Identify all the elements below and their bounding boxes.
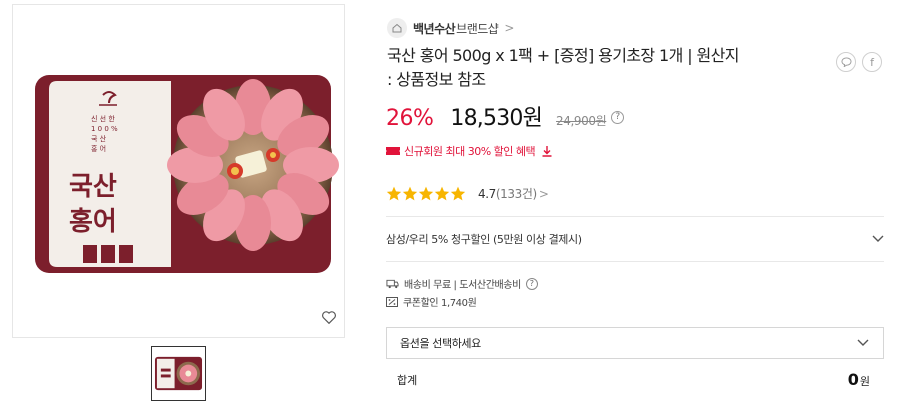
- svg-text:신 선 한: 신 선 한: [91, 114, 115, 123]
- svg-text:홍어: 홍어: [69, 207, 117, 237]
- card-benefit-text: 삼성/우리 5% 청구할인 (5만원 이상 결제시): [386, 233, 582, 246]
- thumbnail-1[interactable]: [151, 346, 206, 401]
- star-icon: [386, 186, 402, 201]
- percent-tag-icon: [386, 296, 398, 307]
- star-icon: [434, 186, 450, 201]
- facebook-share-button[interactable]: f: [862, 52, 882, 72]
- facebook-icon: f: [870, 55, 874, 69]
- chevron-down-icon: [872, 235, 884, 242]
- share-buttons: f: [836, 52, 882, 72]
- coupon-ticket-icon: [386, 147, 400, 155]
- review-count: (133건): [495, 187, 537, 201]
- svg-text:홍 어: 홍 어: [91, 144, 106, 153]
- product-main-image: 신 선 한 1 0 0 % 국 산 홍 어 국산 홍어: [12, 4, 345, 338]
- store-name: 백년수산: [413, 21, 456, 36]
- star-icon: [450, 186, 466, 201]
- store-suffix: 브랜드샵: [456, 21, 499, 36]
- talk-share-button[interactable]: [836, 52, 856, 72]
- discount-rate: 26%: [386, 106, 434, 131]
- original-price: 24,900원: [556, 114, 607, 128]
- divider: [386, 216, 884, 217]
- new-member-coupon-banner[interactable]: 신규회원 최대 30% 할인 혜택: [386, 143, 553, 159]
- total-amount: 0 원: [848, 370, 870, 389]
- rating-score: 4.7: [478, 186, 496, 201]
- coupon-discount-text: 쿠폰할인 1,740원: [403, 298, 477, 309]
- svg-text:1 0 0 %: 1 0 0 %: [91, 125, 118, 133]
- chevron-down-icon: [857, 339, 869, 346]
- rating-summary[interactable]: 4.7 (133건) >: [386, 185, 549, 202]
- total-label: 합계: [397, 374, 418, 387]
- rating-stars: [386, 186, 466, 201]
- divider: [386, 261, 884, 262]
- product-package-illustration: 신 선 한 1 0 0 % 국 산 홍 어 국산 홍어: [35, 75, 339, 273]
- coupon-discount-info: 쿠폰할인 1,740원: [386, 294, 477, 309]
- shipping-text: 배송비 무료 | 도서산간배송비: [404, 280, 521, 291]
- speech-bubble-icon: [840, 57, 852, 67]
- card-benefit-accordion[interactable]: 삼성/우리 5% 청구할인 (5만원 이상 결제시): [386, 228, 884, 250]
- heart-icon: [322, 310, 336, 324]
- brand-store-link[interactable]: 백년수산 브랜드샵 >: [387, 17, 514, 39]
- store-home-icon: [387, 18, 407, 38]
- shipping-info-icon[interactable]: ?: [525, 277, 538, 290]
- total-unit: 원: [859, 375, 870, 388]
- option-select-placeholder: 옵션을 선택하세요: [400, 337, 481, 350]
- download-icon[interactable]: [541, 145, 553, 157]
- shipping-info: 배송비 무료 | 도서산간배송비 ?: [386, 276, 538, 291]
- option-select-dropdown[interactable]: 옵션을 선택하세요: [386, 327, 884, 359]
- price-info-icon[interactable]: ?: [611, 110, 625, 124]
- chevron-right-icon: >: [538, 186, 549, 201]
- truck-icon: [386, 279, 399, 288]
- svg-text:국 산: 국 산: [91, 134, 107, 143]
- coupon-text: 신규회원 최대 30% 할인 혜택: [404, 145, 536, 158]
- price-block: 26% 18,530원 24,900원 ?: [386, 100, 625, 132]
- chevron-right-icon: >: [504, 21, 515, 35]
- star-icon: [418, 186, 434, 201]
- sale-price: 18,530원: [450, 106, 543, 131]
- total-value: 0: [847, 370, 859, 389]
- svg-text:국산: 국산: [69, 172, 117, 202]
- wishlist-heart-button[interactable]: [319, 307, 339, 327]
- product-title: 국산 홍어 500g x 1팩 + [증정] 용기초장 1개 | 원산지 : 상…: [387, 46, 739, 89]
- star-icon: [402, 186, 418, 201]
- thumbnail-image: [154, 356, 203, 391]
